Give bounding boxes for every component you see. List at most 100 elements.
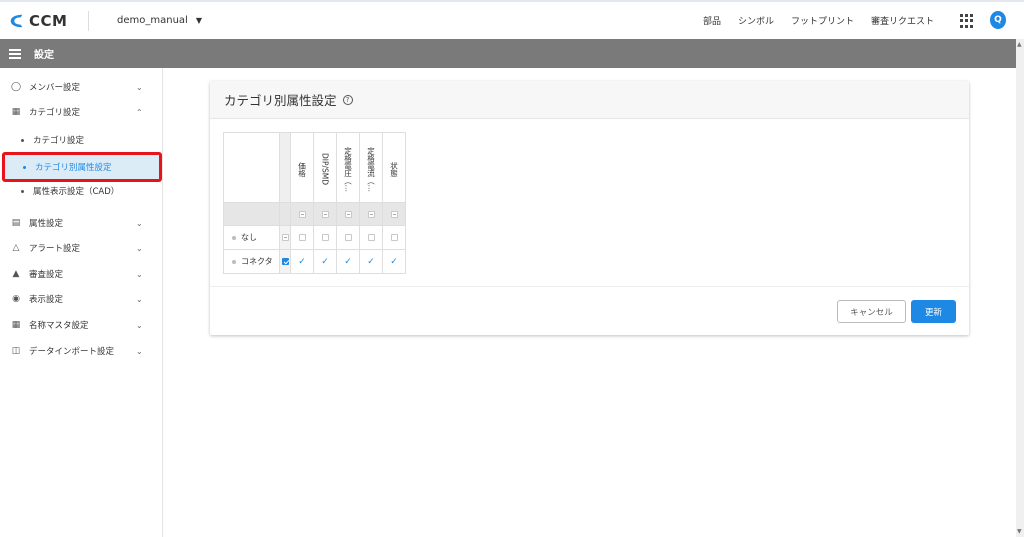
- bullet-icon: [23, 165, 26, 169]
- cell-checkbox[interactable]: [390, 234, 398, 241]
- matrix-corner: [223, 132, 280, 203]
- sidebar-subitem-attribute-display-cad[interactable]: 属性表示設定（CAD）: [0, 181, 163, 201]
- cancel-button[interactable]: キャンセル: [837, 300, 906, 323]
- settings-bar: 設定: [0, 39, 1016, 68]
- sidebar-subitem-label: カテゴリ別属性設定: [35, 163, 112, 173]
- sidebar-item-label: 属性設定: [29, 219, 64, 229]
- sidebar-item-label: メンバー設定: [29, 83, 81, 93]
- check-icon[interactable]: ✓: [321, 257, 329, 267]
- caret-down-icon: ▼: [195, 16, 202, 25]
- card-title: カテゴリ別属性設定: [224, 93, 337, 108]
- filter-label-cell: [223, 202, 280, 226]
- column-select-row: [223, 202, 406, 226]
- sidebar: ◯ メンバー設定 ⌄ ▦ カテゴリ設定 ⌃ カテゴリ設定 カテゴリ別属性設定 属…: [0, 68, 163, 537]
- category-attribute-matrix: 価格 DIP/SMD 定格電圧（… 定格電流（… 状態 なし コネクタ ✓ ✓ …: [223, 132, 406, 274]
- chevron-down-icon: ⌄: [136, 269, 143, 279]
- row-checkbox-none[interactable]: [281, 234, 289, 241]
- grid-list-icon: ▦: [11, 107, 21, 117]
- chevron-down-icon: ⌄: [136, 218, 143, 228]
- cell-checkbox[interactable]: [321, 234, 329, 241]
- sidebar-item-label: データインポート設定: [29, 347, 115, 357]
- header-separator: [88, 10, 89, 31]
- check-icon[interactable]: ✓: [390, 257, 398, 267]
- column-header-rated-voltage: 定格電圧（…: [336, 132, 360, 203]
- help-icon[interactable]: ?: [342, 94, 353, 105]
- row-label-connector: コネクタ: [223, 249, 280, 274]
- table-row: なし: [223, 225, 406, 250]
- page-title: 設定: [34, 50, 54, 61]
- column-checkbox-price[interactable]: [298, 210, 306, 218]
- chevron-down-icon: ⌄: [136, 243, 143, 253]
- stamp-icon: ▲: [12, 269, 20, 279]
- sidebar-item-label: 審査設定: [29, 270, 64, 280]
- sidebar-subitem-label: 属性表示設定（CAD）: [33, 187, 120, 197]
- column-header-status: 状態: [382, 132, 406, 203]
- sidebar-item-label: 名称マスタ設定: [29, 321, 89, 331]
- column-checkbox-status[interactable]: [390, 210, 398, 218]
- nav-review-request[interactable]: 審査リクエスト: [871, 14, 934, 27]
- table-icon: ▦: [11, 320, 21, 330]
- top-header: CCM demo_manual ▼ 部品 シンボル フットプリント 審査リクエス…: [0, 0, 1024, 39]
- chevron-up-icon: ⌃: [136, 107, 143, 117]
- category-attribute-card: カテゴリ別属性設定 ? 価格 DIP/SMD 定格電圧（… 定格電流（… 状態 …: [210, 81, 969, 335]
- chevron-down-icon: ⌄: [136, 294, 143, 304]
- project-name: demo_manual: [117, 15, 188, 26]
- hamburger-menu-icon[interactable]: [9, 48, 21, 59]
- nav-footprint[interactable]: フットプリント: [791, 14, 854, 27]
- sidebar-item-label: カテゴリ設定: [29, 108, 81, 118]
- app-grid-icon[interactable]: [960, 14, 974, 28]
- project-selector[interactable]: demo_manual ▼: [117, 15, 202, 26]
- check-icon[interactable]: ✓: [344, 257, 352, 267]
- sidebar-item-alert[interactable]: △ アラート設定 ⌄: [0, 237, 163, 259]
- eye-icon: ◉: [12, 294, 20, 304]
- column-checkbox-rated-voltage[interactable]: [344, 210, 352, 218]
- column-header-price: 価格: [290, 132, 314, 203]
- user-avatar[interactable]: Q: [990, 11, 1006, 29]
- chevron-down-icon: ⌄: [136, 320, 143, 330]
- top-nav: 部品 シンボル フットプリント 審査リクエスト: [686, 2, 934, 39]
- nav-symbol[interactable]: シンボル: [738, 14, 774, 27]
- sidebar-item-member[interactable]: ◯ メンバー設定 ⌄: [0, 76, 163, 98]
- sidebar-subitem-category-attribute[interactable]: カテゴリ別属性設定: [2, 152, 162, 182]
- document-icon: ▤: [11, 218, 21, 228]
- cell-checkbox[interactable]: [367, 234, 375, 241]
- sidebar-item-display[interactable]: ◉ 表示設定 ⌄: [0, 288, 163, 310]
- cell-checkbox[interactable]: [298, 234, 306, 241]
- ccm-logo-icon: [10, 14, 23, 27]
- scroll-up-icon[interactable]: ▲: [1017, 41, 1022, 48]
- check-icon[interactable]: ✓: [367, 257, 375, 267]
- bell-icon: △: [12, 243, 20, 253]
- table-row: コネクタ ✓ ✓ ✓ ✓ ✓: [223, 249, 406, 274]
- sidebar-item-data-import[interactable]: ◫ データインポート設定 ⌄: [0, 340, 163, 362]
- sidebar-item-review[interactable]: ▲ 審査設定 ⌄: [0, 263, 163, 285]
- column-checkbox-dip-smd[interactable]: [321, 210, 329, 218]
- column-header-rated-current: 定格電流（…: [359, 132, 383, 203]
- sidebar-subitem-category[interactable]: カテゴリ設定: [0, 130, 163, 150]
- logo-text: CCM: [29, 11, 68, 30]
- sidebar-subitem-label: カテゴリ設定: [33, 136, 85, 146]
- chevron-down-icon: ⌄: [136, 82, 143, 92]
- row-checkbox-connector[interactable]: [281, 258, 289, 265]
- sidebar-item-label: アラート設定: [29, 244, 81, 254]
- bullet-icon: [21, 138, 24, 142]
- sidebar-item-category[interactable]: ▦ カテゴリ設定 ⌃: [0, 101, 163, 123]
- column-header-dip-smd: DIP/SMD: [313, 132, 337, 203]
- vertical-scrollbar[interactable]: ▲ ▼: [1016, 39, 1024, 537]
- chevron-down-icon: ⌄: [136, 346, 143, 356]
- ccm-logo[interactable]: CCM: [0, 2, 88, 39]
- card-header: カテゴリ別属性設定 ?: [210, 81, 969, 119]
- filter-cb-cell: [279, 202, 291, 226]
- cell-checkbox[interactable]: [344, 234, 352, 241]
- person-icon: ◯: [11, 82, 22, 92]
- update-button[interactable]: 更新: [911, 300, 956, 323]
- scroll-down-icon[interactable]: ▼: [1017, 528, 1022, 535]
- sidebar-item-attribute[interactable]: ▤ 属性設定 ⌄: [0, 212, 163, 234]
- row-select-column: [279, 132, 291, 203]
- row-label-none: なし: [223, 225, 280, 250]
- check-icon[interactable]: ✓: [298, 257, 306, 267]
- sidebar-item-name-master[interactable]: ▦ 名称マスタ設定 ⌄: [0, 314, 163, 336]
- column-checkbox-rated-current[interactable]: [367, 210, 375, 218]
- nav-parts[interactable]: 部品: [703, 14, 721, 27]
- card-divider: [210, 286, 969, 287]
- sidebar-item-label: 表示設定: [29, 295, 64, 305]
